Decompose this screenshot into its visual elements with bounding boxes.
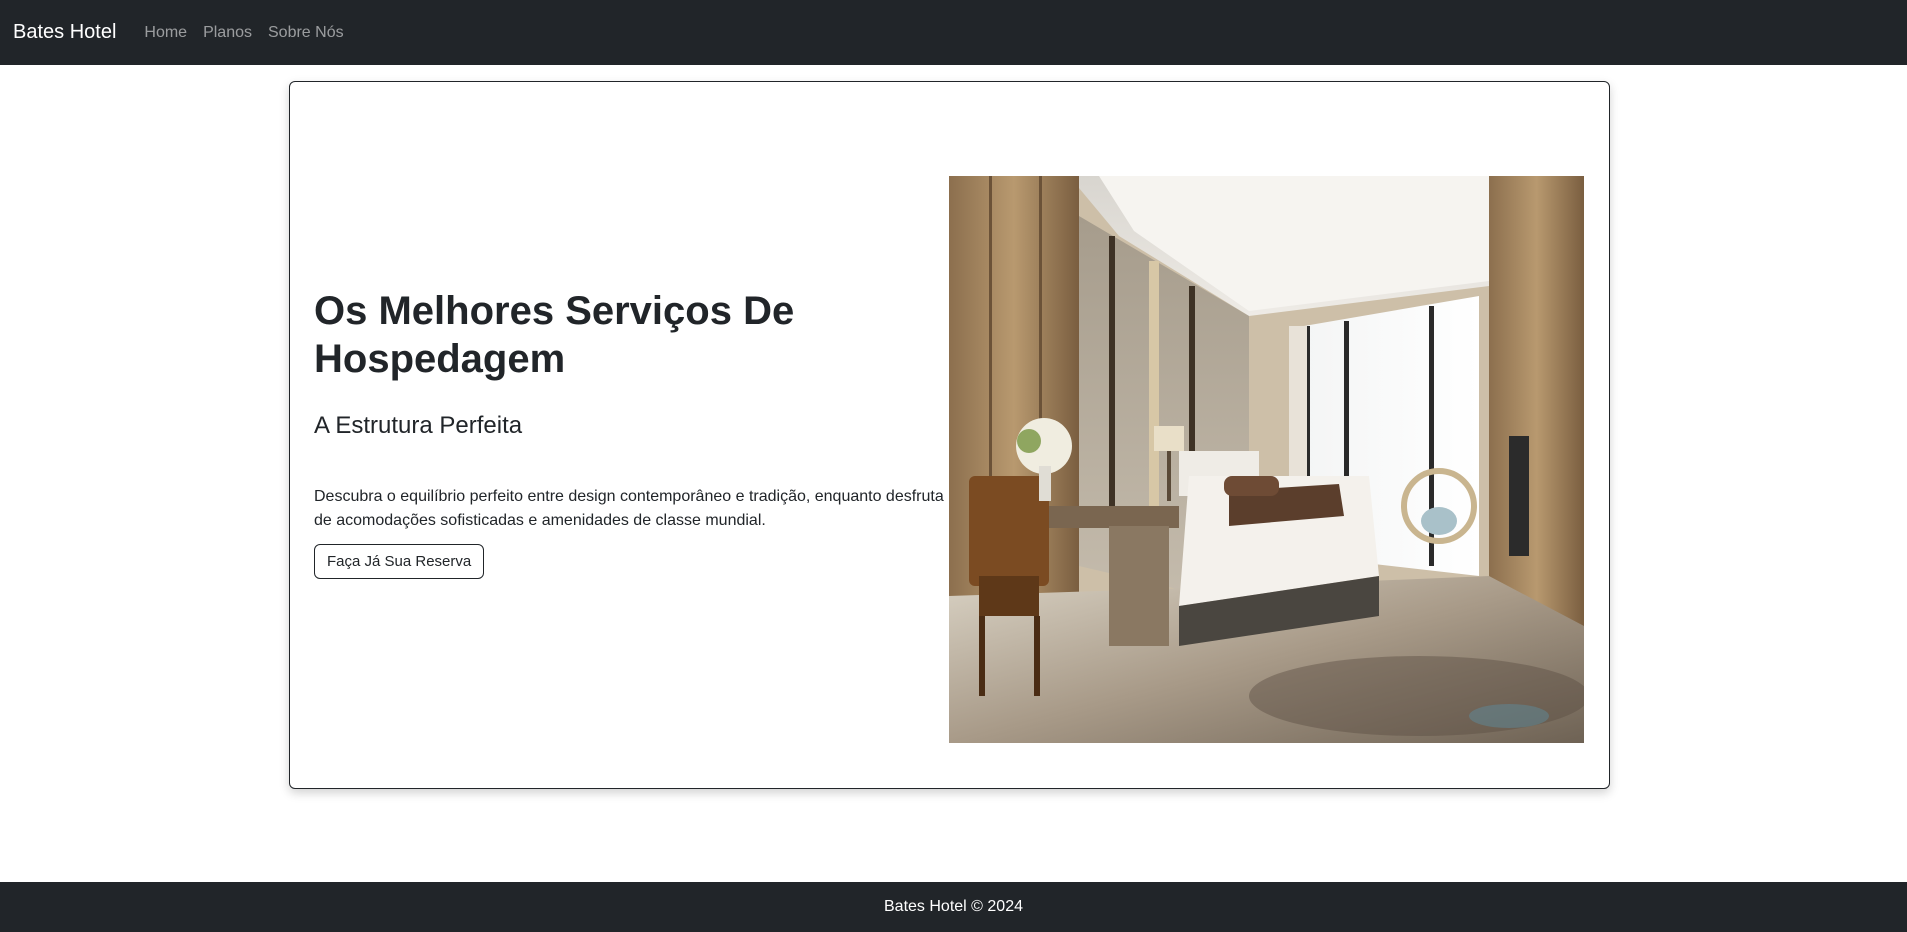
hero-description: Descubra o equilíbrio perfeito entre des… [314, 485, 954, 533]
hero-subtitle: A Estrutura Perfeita [314, 412, 523, 439]
footer: Bates Hotel © 2024 [0, 882, 1907, 932]
hero-title: Os Melhores Serviços De Hospedagem [314, 287, 954, 383]
nav-link-home[interactable]: Home [144, 24, 187, 42]
hero-card: Os Melhores Serviços De Hospedagem A Est… [289, 81, 1610, 789]
footer-text: Bates Hotel © 2024 [884, 898, 1023, 915]
hero-title-line2: Hospedagem [314, 337, 566, 381]
hero-description-line1: Descubra o equilíbrio perfeito entre des… [314, 488, 944, 505]
nav-link-planos[interactable]: Planos [203, 24, 252, 42]
hero-title-line1: Os Melhores Serviços De [314, 289, 795, 333]
brand-link[interactable]: Bates Hotel [13, 21, 116, 44]
nav-links: Home Planos Sobre Nós [144, 24, 359, 42]
navbar: Bates Hotel Home Planos Sobre Nós [0, 0, 1907, 65]
reserve-button[interactable]: Faça Já Sua Reserva [314, 544, 485, 579]
nav-link-sobre-nos[interactable]: Sobre Nós [268, 24, 344, 42]
hotel-room-image [949, 176, 1584, 743]
hotel-room-illustration [949, 176, 1584, 743]
hero-description-line2: de acomodações sofisticadas e amenidades… [314, 512, 766, 529]
hero-text: Os Melhores Serviços De Hospedagem A Est… [314, 287, 954, 579]
